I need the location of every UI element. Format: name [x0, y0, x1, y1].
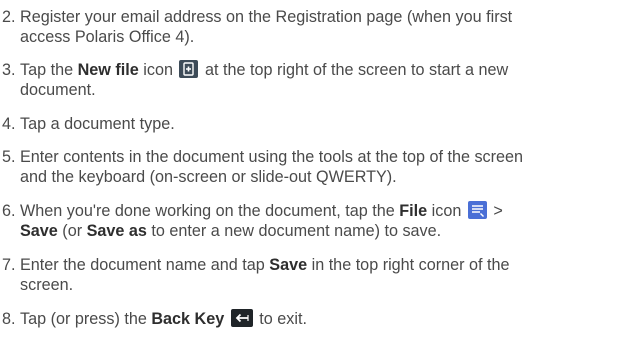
save-label: Save [20, 222, 58, 240]
new-file-icon [179, 60, 199, 78]
step-number: 7. [2, 256, 16, 274]
step-number: 4. [2, 115, 16, 133]
step-text: When you're done working on the document… [20, 201, 503, 240]
back-key-label: Back Key [151, 310, 225, 328]
file-menu-icon [467, 201, 487, 219]
step-number: 2. [2, 8, 16, 26]
save-as-label: Save as [86, 222, 147, 240]
step-text: Tap (or press) the Back Key to exit. [20, 309, 307, 328]
new-file-label: New file [77, 61, 139, 79]
step-text: Tap a document type. [20, 115, 175, 133]
step-text: Enter the document name and tap Save in … [20, 256, 510, 294]
step-text: Enter contents in the document using the… [20, 148, 524, 186]
back-key-icon [230, 309, 253, 327]
file-label: File [399, 202, 428, 220]
step-number: 3. [2, 61, 16, 79]
save-label: Save [269, 256, 308, 274]
step-text: Register your email address on the Regis… [20, 8, 513, 46]
step-text: Tap the New file icon at the top right o… [20, 60, 509, 99]
step-number: 6. [2, 202, 16, 220]
step-number: 5. [2, 148, 16, 166]
document-page: 2. Register your email address on the Re… [0, 0, 625, 354]
step-number: 8. [2, 310, 16, 328]
